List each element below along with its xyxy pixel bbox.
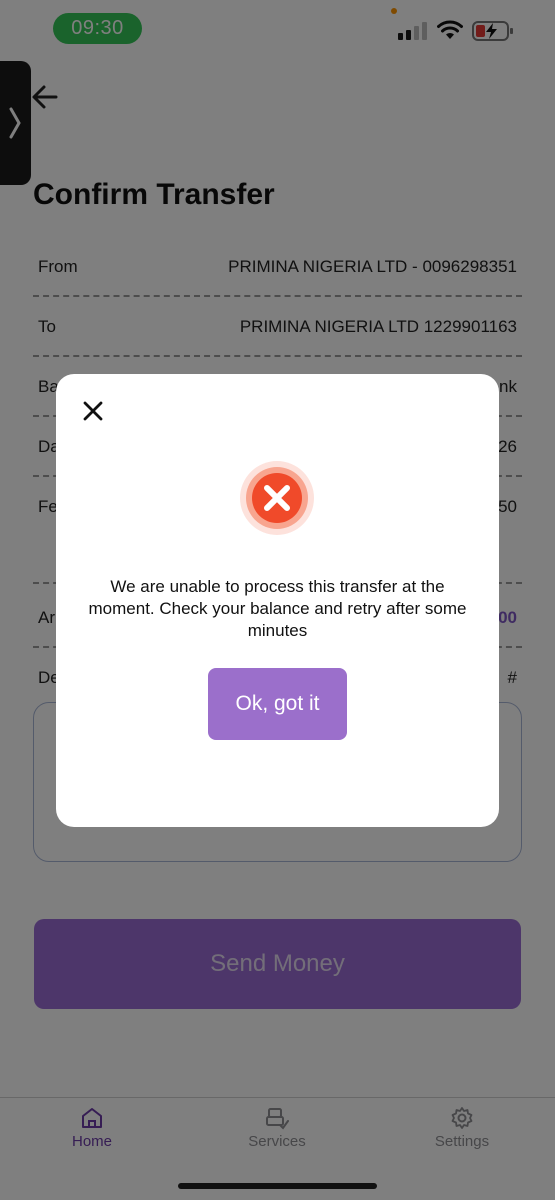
error-x-icon <box>240 461 314 535</box>
error-message: We are unable to process this transfer a… <box>88 577 467 640</box>
close-icon[interactable] <box>82 400 104 422</box>
home-indicator <box>178 1183 377 1189</box>
ok-got-it-button[interactable]: Ok, got it <box>208 668 347 740</box>
error-dialog: We are unable to process this transfer a… <box>56 374 499 827</box>
